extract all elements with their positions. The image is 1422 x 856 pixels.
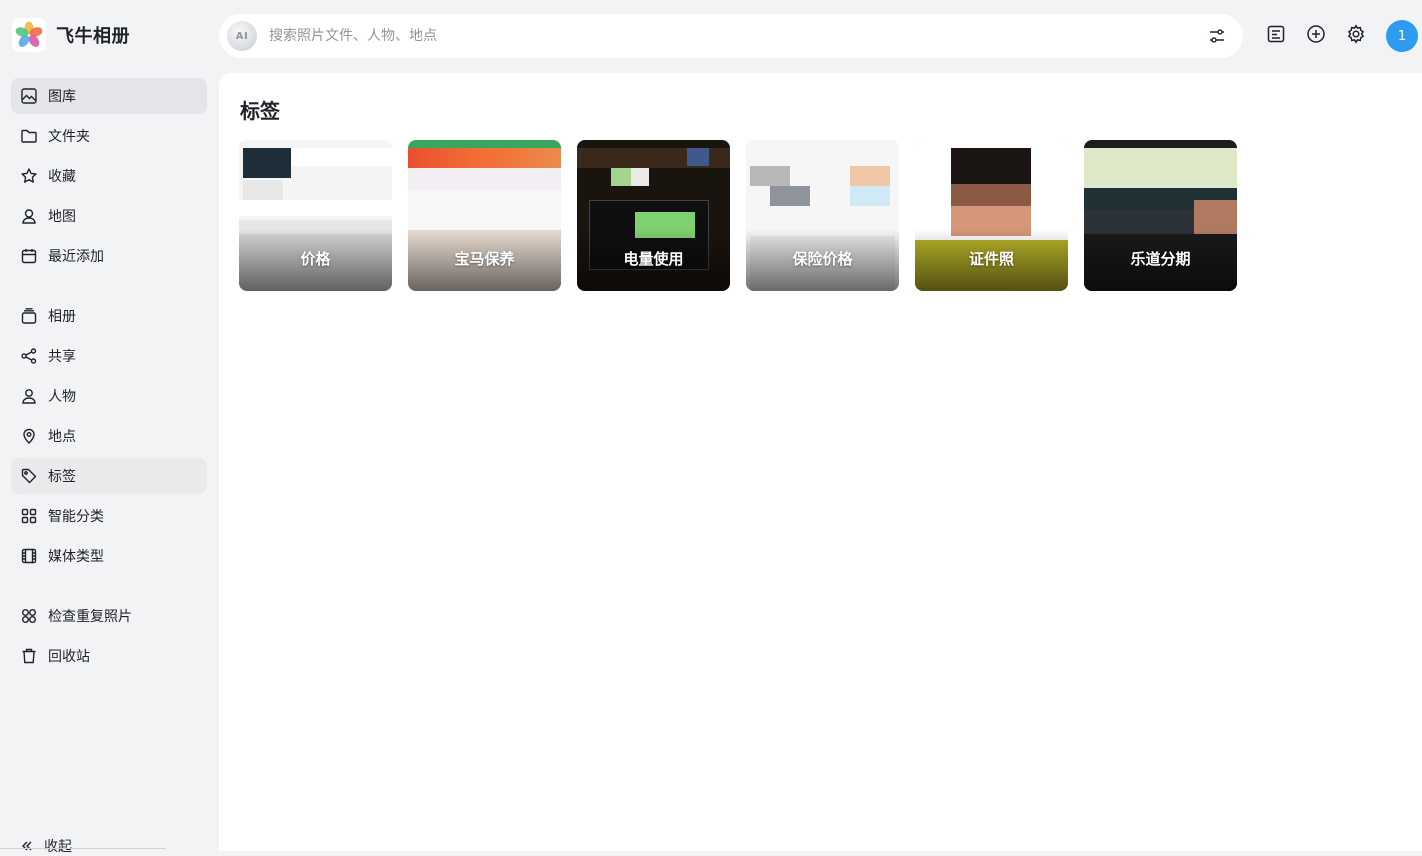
sidebar-item-albums[interactable]: 相册 xyxy=(11,298,207,334)
collapse-sidebar-button[interactable]: 收起 xyxy=(20,836,72,856)
sidebar-item-label: 图库 xyxy=(48,89,76,105)
trash-icon xyxy=(22,648,36,664)
search-bar: AI xyxy=(219,14,1243,58)
tag-label: 保险价格 xyxy=(792,250,853,268)
filter-icon[interactable] xyxy=(1207,26,1227,46)
map-icon xyxy=(22,209,36,224)
app-logo-icon xyxy=(12,18,46,52)
sidebar-item-label: 地图 xyxy=(48,209,76,225)
tag-label: 价格 xyxy=(300,250,331,268)
tag-card-insurance-price[interactable]: 保险价格 xyxy=(746,140,899,291)
film-icon xyxy=(21,548,37,564)
app-name: 飞牛相册 xyxy=(56,26,130,47)
top-toolbar xyxy=(1266,24,1366,44)
sidebar-item-label: 检查重复照片 xyxy=(48,609,132,625)
sidebar-item-label: 共享 xyxy=(48,349,76,365)
sidebar: 飞牛相册 图库 文件夹 收藏 地图 最近添加 相册 共享 人物 地点 标签 智能… xyxy=(0,0,219,855)
sidebar-item-duplicates[interactable]: 检查重复照片 xyxy=(11,598,207,634)
sidebar-item-people[interactable]: 人物 xyxy=(11,378,207,414)
sidebar-item-places[interactable]: 地点 xyxy=(11,418,207,454)
sidebar-item-folder[interactable]: 文件夹 xyxy=(11,118,207,154)
tag-card-price[interactable]: 价格 xyxy=(239,140,392,291)
sidebar-item-label: 回收站 xyxy=(48,649,90,665)
star-icon xyxy=(21,168,37,183)
sidebar-item-favorites[interactable]: 收藏 xyxy=(11,158,207,194)
main-panel: 标签 价格 宝马保养 电量使用 保险价格 证件照 乐道分期 xyxy=(219,73,1422,851)
tag-label: 证件照 xyxy=(968,250,1014,268)
brand[interactable]: 飞牛相册 xyxy=(12,18,130,52)
sidebar-item-label: 媒体类型 xyxy=(48,549,104,565)
nav-divider xyxy=(11,578,207,598)
add-icon[interactable] xyxy=(1306,24,1326,44)
share-icon xyxy=(21,348,37,364)
ai-search-icon[interactable]: AI xyxy=(227,21,257,51)
sidebar-item-label: 人物 xyxy=(48,389,76,405)
sidebar-item-tags[interactable]: 标签 xyxy=(11,458,207,494)
sidebar-item-gallery[interactable]: 图库 xyxy=(11,78,207,114)
divider xyxy=(0,848,166,849)
tag-grid: 价格 宝马保养 电量使用 保险价格 证件照 乐道分期 xyxy=(239,140,1237,291)
sidebar-nav: 图库 文件夹 收藏 地图 最近添加 相册 共享 人物 地点 标签 智能分类 媒体… xyxy=(11,78,207,678)
tag-label: 宝马保养 xyxy=(454,250,515,268)
gallery-icon xyxy=(21,88,37,104)
sidebar-item-label: 最近添加 xyxy=(48,249,104,265)
album-icon xyxy=(21,308,37,324)
tag-label: 电量使用 xyxy=(623,250,684,268)
grid-icon xyxy=(21,508,37,524)
tag-card-id-photo[interactable]: 证件照 xyxy=(915,140,1068,291)
sidebar-item-label: 收藏 xyxy=(48,169,76,185)
sidebar-item-map[interactable]: 地图 xyxy=(11,198,207,234)
sidebar-item-media-type[interactable]: 媒体类型 xyxy=(11,538,207,574)
sidebar-item-smart-category[interactable]: 智能分类 xyxy=(11,498,207,534)
tag-icon xyxy=(21,468,37,484)
gear-icon[interactable] xyxy=(1346,24,1366,44)
sidebar-item-trash[interactable]: 回收站 xyxy=(11,638,207,674)
user-avatar[interactable]: 1 xyxy=(1386,20,1418,52)
sidebar-item-label: 文件夹 xyxy=(48,129,90,145)
sidebar-item-share[interactable]: 共享 xyxy=(11,338,207,374)
tag-card-ledao-installment[interactable]: 乐道分期 xyxy=(1084,140,1237,291)
collapse-label: 收起 xyxy=(44,839,72,855)
calendar-icon xyxy=(21,249,37,264)
sidebar-item-label: 智能分类 xyxy=(48,509,104,525)
nav-divider xyxy=(11,278,207,298)
sidebar-item-label: 标签 xyxy=(48,469,76,485)
sidebar-item-label: 地点 xyxy=(48,429,76,445)
sidebar-item-recent[interactable]: 最近添加 xyxy=(11,238,207,274)
location-icon xyxy=(23,428,35,444)
task-list-icon[interactable] xyxy=(1266,24,1286,44)
tag-card-battery-usage[interactable]: 电量使用 xyxy=(577,140,730,291)
tag-label: 乐道分期 xyxy=(1130,250,1191,268)
search-input[interactable] xyxy=(267,27,1167,45)
sidebar-item-label: 相册 xyxy=(48,309,76,325)
person-icon xyxy=(22,389,36,404)
folder-icon xyxy=(21,129,37,143)
duplicate-icon xyxy=(22,609,36,623)
page-title: 标签 xyxy=(240,99,280,123)
tag-card-bmw-maintenance[interactable]: 宝马保养 xyxy=(408,140,561,291)
